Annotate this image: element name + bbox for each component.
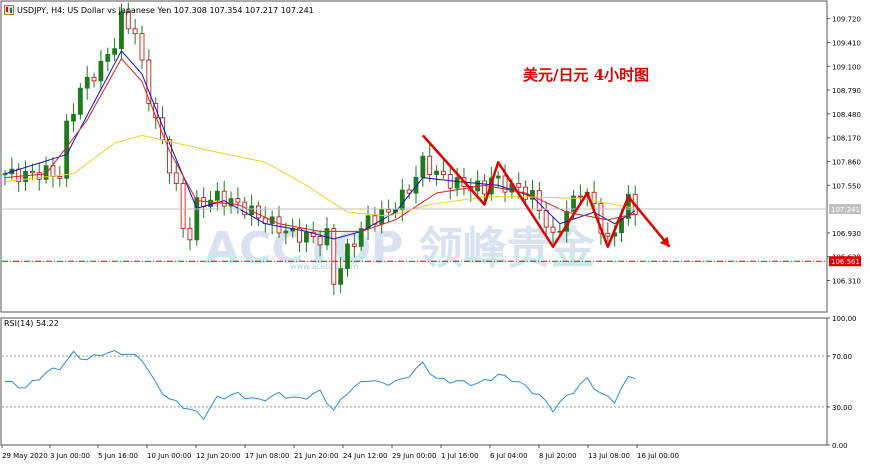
candle-body-down <box>201 197 207 207</box>
candle-body-up <box>420 155 426 178</box>
candle-body-up <box>214 190 220 201</box>
y-tick-label: 108.790 <box>832 87 861 95</box>
x-tick-label: 3 Jun 00:00 <box>50 452 90 460</box>
x-tick-label: 10 Jun 00:00 <box>147 452 191 460</box>
candle-body-down <box>317 236 323 246</box>
candle-body-down <box>221 190 227 207</box>
candle-body-down <box>482 180 487 195</box>
candle-body-down <box>276 216 282 234</box>
candle-body-up <box>345 243 350 270</box>
x-tick-label: 16 Jul 00:00 <box>637 452 679 460</box>
y-tick-label: 106.930 <box>832 230 861 238</box>
candle-body-down <box>187 227 193 241</box>
x-tick-label: 12 Jun 20:00 <box>196 452 240 460</box>
candle-body-up <box>23 170 28 183</box>
candle <box>77 83 83 120</box>
candle-body-down <box>235 198 241 203</box>
y-tick-label: 106.561 <box>831 258 860 266</box>
y-tick-label: 107.860 <box>832 158 861 166</box>
chart-header: USDJPY, H4: US Dollar vs Japanese Yen 10… <box>4 3 314 17</box>
candle-body-up <box>105 53 111 62</box>
x-tick-label: 1 Jul 16:00 <box>441 452 479 460</box>
y-tick-label: 109.100 <box>832 63 861 71</box>
x-tick-label: 17 Jun 08:00 <box>245 452 289 460</box>
candle-body-down <box>57 176 63 179</box>
chart-window-icon <box>4 5 14 15</box>
candle-body-down <box>146 59 152 104</box>
y-tick-label: 108.170 <box>832 135 861 143</box>
candle-body-down <box>591 191 597 205</box>
y-tick-label: 106.310 <box>832 278 861 286</box>
candle-body-down <box>543 210 549 228</box>
rsi-tick-label: 100.00 <box>832 315 857 323</box>
candle-body-down <box>166 139 172 174</box>
y-tick-label: 109.410 <box>832 39 861 47</box>
rsi-tick-label: 70.00 <box>832 353 852 361</box>
chart-window: ACCTOP 领峰贵金 www.acetop.com 109.720 109.410… <box>0 0 870 465</box>
candle-body-down <box>351 243 357 247</box>
rsi-label: RSI(14) 54.22 <box>4 319 59 328</box>
candle-body-down <box>139 33 145 61</box>
candle-body-up <box>303 231 309 243</box>
chart-canvas: ACCTOP 领峰贵金www.acetop.com 109.720109.410… <box>0 0 861 460</box>
chart-annotation: 美元/日元 4小时图 <box>523 66 650 84</box>
symbol-description: US Dollar vs Japanese Yen <box>67 5 172 15</box>
candle-body-down <box>550 226 556 233</box>
watermark-text: ACCTOP 领峰贵金 <box>205 223 596 274</box>
x-tick-label: 21 Jun 20:00 <box>294 452 338 460</box>
ohlc-values: 107.308 107.354 107.217 107.241 <box>173 5 314 15</box>
candle-body-up <box>495 175 501 179</box>
y-tick-label: 107.241 <box>831 206 860 214</box>
candle-body-down <box>180 183 186 229</box>
x-tick-label: 24 Jun 12:00 <box>343 452 387 460</box>
x-tick-label: 29 May 2020 <box>2 452 48 460</box>
candle-body-down <box>256 205 261 219</box>
candle <box>331 224 337 296</box>
candle-body-up <box>283 230 289 234</box>
candle-body-up <box>77 87 83 115</box>
candle-body-down <box>605 232 611 237</box>
candle-body-up <box>64 120 70 179</box>
candle-body-up <box>98 60 104 82</box>
candle-body-down <box>386 209 392 213</box>
candle-body-up <box>71 113 76 122</box>
candle-body-down <box>36 172 42 180</box>
candle-body-up <box>454 177 460 189</box>
candle-body-up <box>84 76 90 89</box>
candle-body-up <box>434 170 439 175</box>
candle-body-up <box>119 11 124 50</box>
candle-body-up <box>208 199 213 207</box>
y-tick-label: 109.720 <box>832 16 861 24</box>
candle-body-down <box>427 155 433 175</box>
rsi-tick-label: 30.00 <box>832 404 852 412</box>
candle-body-down <box>440 170 446 175</box>
candle-body-down <box>516 183 522 188</box>
candle-body-down <box>173 172 179 184</box>
y-tick-label: 108.480 <box>832 111 861 119</box>
x-tick-label: 5 Jun 16:00 <box>98 452 138 460</box>
x-tick-label: 29 Jun 00:00 <box>392 452 436 460</box>
x-tick-label: 13 Jul 08:00 <box>588 452 630 460</box>
candle-body-down <box>331 228 337 285</box>
x-tick-label: 6 Jul 04:00 <box>490 452 528 460</box>
candle-body-up <box>399 189 405 211</box>
candle-body-up <box>2 173 8 176</box>
rsi-panel-frame <box>0 317 828 446</box>
candle <box>64 114 70 188</box>
candle-body-up <box>379 209 385 225</box>
candle-body-down <box>91 76 97 82</box>
y-tick-label: 107.550 <box>832 182 861 190</box>
candle-body-down <box>132 28 138 35</box>
x-tick-label: 8 Jul 20:00 <box>539 452 577 460</box>
candle-body-down <box>578 195 583 198</box>
candle-body-up <box>338 268 344 285</box>
symbol-label: USDJPY, H4: <box>17 5 65 15</box>
candle-body-up <box>112 48 117 55</box>
rsi-tick-label: 0.00 <box>832 442 848 450</box>
candle-body-down <box>29 170 35 174</box>
